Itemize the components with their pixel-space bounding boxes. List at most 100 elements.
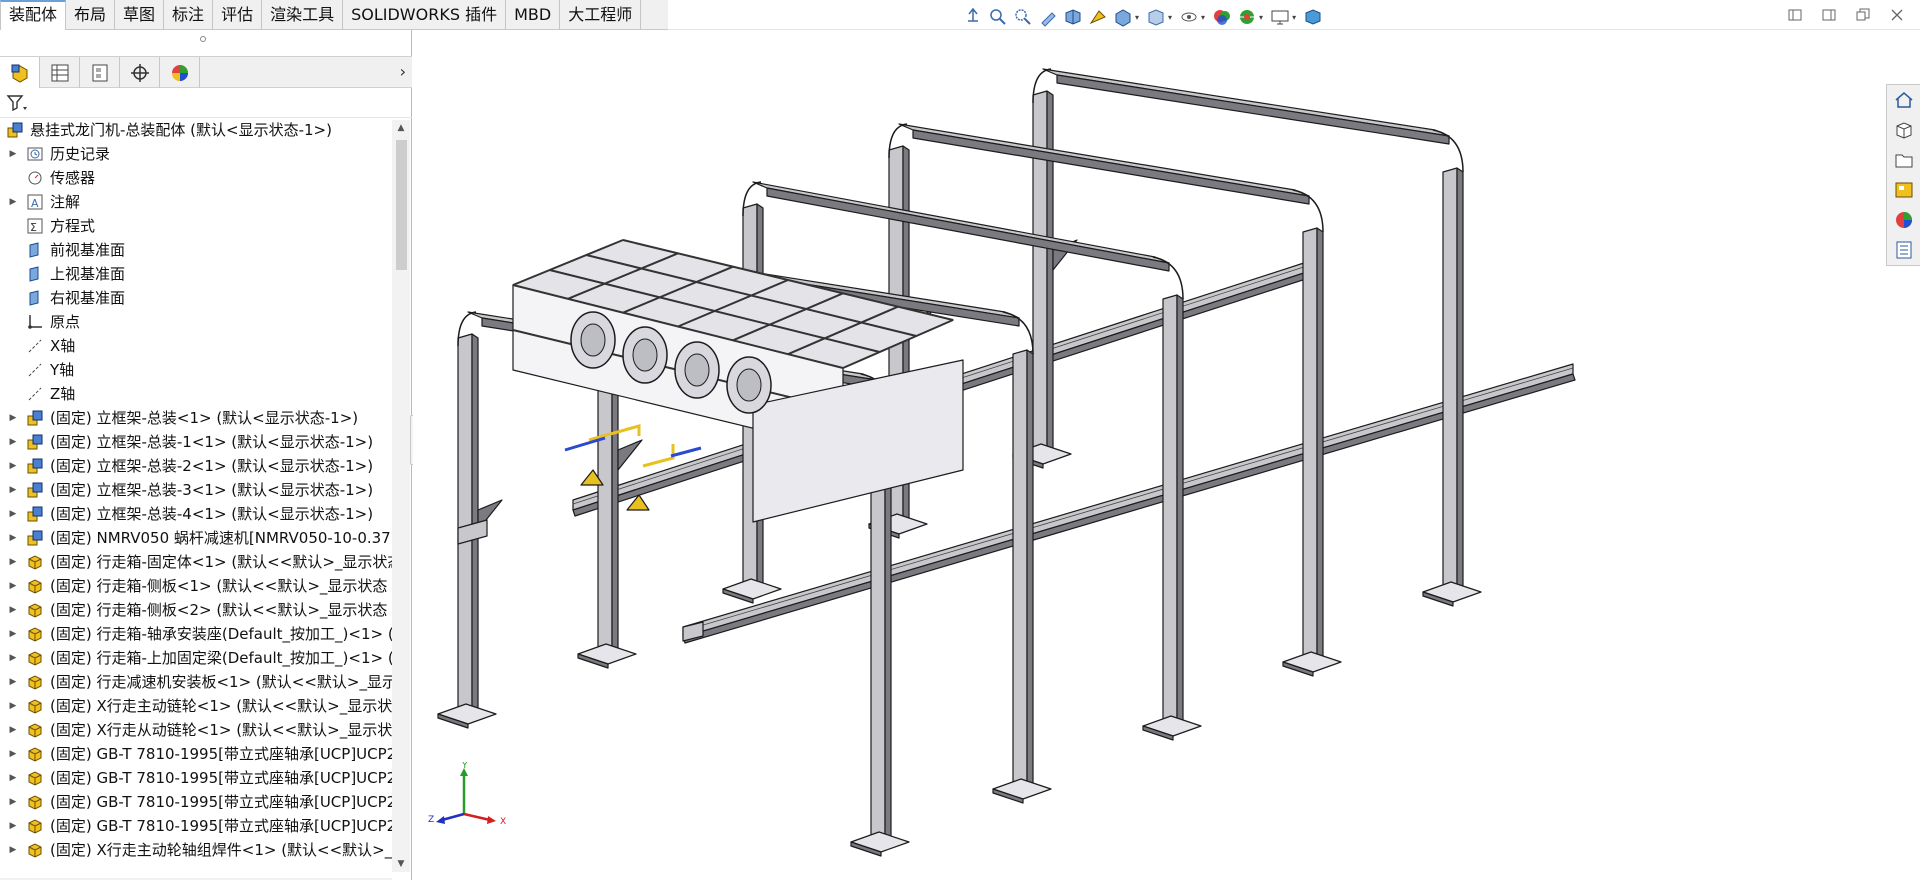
expand-arrow-icon[interactable]: ▶ <box>8 646 18 670</box>
expand-arrow-icon[interactable]: ▶ <box>8 718 18 742</box>
expand-arrow-icon[interactable]: ▶ <box>8 838 18 862</box>
panel-collapse-handle[interactable] <box>200 36 206 42</box>
tree-filter[interactable] <box>0 88 412 118</box>
expand-arrow-icon[interactable]: ▶ <box>8 550 18 574</box>
close-icon[interactable] <box>1888 6 1906 24</box>
hide-show-items-icon[interactable] <box>1178 6 1200 28</box>
tree-item[interactable]: Z轴 <box>0 382 392 406</box>
chevron-down-icon[interactable]: ▾ <box>1259 13 1263 22</box>
tree-item[interactable]: ▶ (固定) 立框架-总装<1> (默认<显示状态-1>) <box>0 406 392 430</box>
expand-arrow-icon[interactable]: ▶ <box>8 526 18 550</box>
expand-arrow-icon[interactable]: ▶ <box>8 190 18 214</box>
configurationmanager-tab[interactable] <box>80 57 120 88</box>
expand-arrow-icon[interactable]: ▶ <box>8 406 18 430</box>
filter-icon[interactable] <box>6 93 28 113</box>
tree-item[interactable]: 前视基准面 <box>0 238 392 262</box>
custom-properties-icon[interactable] <box>1887 235 1920 265</box>
expand-arrow-icon[interactable]: ▶ <box>8 478 18 502</box>
design-library-icon[interactable] <box>1887 115 1920 145</box>
tree-item[interactable]: X轴 <box>0 334 392 358</box>
dimxpertmanager-tab[interactable] <box>120 57 160 88</box>
tree-item[interactable]: ▶ (固定) 行走箱-侧板<1> (默认<<默认>_显示状态 1 <box>0 574 392 598</box>
graphics-area[interactable] <box>413 30 1920 880</box>
tree-item[interactable]: ▶ (固定) 行走箱-侧板<2> (默认<<默认>_显示状态 1 <box>0 598 392 622</box>
tree-item[interactable]: ▶ (固定) NMRV050 蜗杆减速机[NMRV050-10-0.37l <box>0 526 392 550</box>
tree-item[interactable]: 原点 <box>0 310 392 334</box>
tree-item[interactable]: ▶ (固定) GB-T 7810-1995[带立式座轴承[UCP]UCP2( <box>0 766 392 790</box>
tree-item[interactable]: ▶ (固定) GB-T 7810-1995[带立式座轴承[UCP]UCP2( <box>0 790 392 814</box>
expand-arrow-icon[interactable]: ▶ <box>8 694 18 718</box>
expand-arrow-icon[interactable]: ▶ <box>8 814 18 838</box>
expand-arrow-icon[interactable]: ▶ <box>8 142 18 166</box>
chevron-down-icon[interactable]: ▾ <box>1292 13 1296 22</box>
scroll-down-icon[interactable]: ▼ <box>392 856 410 872</box>
tree-item[interactable]: ▶ (固定) X行走主动轮轴组焊件<1> (默认<<默认>_显 <box>0 838 392 862</box>
file-explorer-icon[interactable] <box>1887 145 1920 175</box>
featuremanager-tab[interactable] <box>0 57 40 88</box>
propertymanager-tab[interactable] <box>40 57 80 88</box>
chevron-right-icon[interactable]: › <box>400 62 406 81</box>
zoom-to-fit-icon[interactable] <box>987 6 1009 28</box>
tree-item[interactable]: ▶ (固定) 行走箱-上加固定梁(Default_按加工_)<1> (默 <box>0 646 392 670</box>
tree-item[interactable]: ▶ (固定) 行走箱-轴承安装座(Default_按加工_)<1> (默 <box>0 622 392 646</box>
scroll-thumb[interactable] <box>396 140 407 270</box>
expand-arrow-icon[interactable]: ▶ <box>8 790 18 814</box>
expand-arrow-icon[interactable]: ▶ <box>8 430 18 454</box>
tab-5[interactable]: 渲染工具 <box>262 0 344 30</box>
tab-0[interactable]: 装配体 <box>0 0 67 30</box>
gantry-assembly-model[interactable] <box>413 30 1920 880</box>
tree-item[interactable]: ▶ (固定) GB-T 7810-1995[带立式座轴承[UCP]UCP2( <box>0 814 392 838</box>
tree-item[interactable]: ▶ (固定) GB-T 7810-1995[带立式座轴承[UCP]UCP2( <box>0 742 392 766</box>
tree-item[interactable]: ▶ (固定) 行走减速机安装板<1> (默认<<默认>_显示状 <box>0 670 392 694</box>
3d-view-icon[interactable] <box>1302 6 1324 28</box>
expand-arrow-icon[interactable]: ▶ <box>8 598 18 622</box>
tab-4[interactable]: 评估 <box>213 0 263 30</box>
tree-item[interactable]: ▶ (固定) 立框架-总装-3<1> (默认<显示状态-1>) <box>0 478 392 502</box>
tree-item[interactable]: ▶ (固定) X行走主动链轮<1> (默认<<默认>_显示状态 <box>0 694 392 718</box>
edit-appearance-icon[interactable] <box>1211 6 1233 28</box>
tree-item[interactable]: Y轴 <box>0 358 392 382</box>
home-icon[interactable] <box>1887 85 1920 115</box>
chevron-down-icon[interactable]: ▾ <box>1201 13 1205 22</box>
previous-view-icon[interactable] <box>1037 6 1059 28</box>
tree-item[interactable]: ▶ (固定) X行走从动链轮<1> (默认<<默认>_显示状态 <box>0 718 392 742</box>
tree-item[interactable]: Σ 方程式 <box>0 214 392 238</box>
apply-scene-icon[interactable] <box>1236 6 1258 28</box>
tree-item[interactable]: 传感器 <box>0 166 392 190</box>
tab-7[interactable]: MBD <box>506 0 561 30</box>
view-settings-icon[interactable] <box>1269 6 1291 28</box>
tab-8[interactable]: 大工程师 <box>560 0 642 30</box>
expand-arrow-icon[interactable]: ▶ <box>8 742 18 766</box>
view-palette-icon[interactable] <box>1887 175 1920 205</box>
tab-3[interactable]: 标注 <box>164 0 214 30</box>
expand-arrow-icon[interactable]: ▶ <box>8 574 18 598</box>
dynamic-annotation-icon[interactable] <box>1087 6 1109 28</box>
expand-arrow-icon[interactable]: ▶ <box>8 766 18 790</box>
tab-2[interactable]: 草图 <box>115 0 165 30</box>
tree-item[interactable]: ▶ A 注解 <box>0 190 392 214</box>
restore-icon[interactable] <box>1854 6 1872 24</box>
tab-1[interactable]: 布局 <box>66 0 116 30</box>
appearances-icon[interactable] <box>1887 205 1920 235</box>
displaymanager-tab[interactable] <box>160 57 200 88</box>
view-orientation-icon[interactable] <box>962 6 984 28</box>
tree-item[interactable]: ▶ (固定) 立框架-总装-1<1> (默认<显示状态-1>) <box>0 430 392 454</box>
tile-right-icon[interactable] <box>1820 6 1838 24</box>
scroll-up-icon[interactable]: ▲ <box>392 120 410 136</box>
view-orientation-dropdown-icon[interactable] <box>1112 6 1134 28</box>
zoom-to-area-icon[interactable] <box>1012 6 1034 28</box>
tree-item[interactable]: ▶ 历史记录 <box>0 142 392 166</box>
expand-arrow-icon[interactable]: ▶ <box>8 454 18 478</box>
tree-item[interactable]: 上视基准面 <box>0 262 392 286</box>
display-style-icon[interactable] <box>1145 6 1167 28</box>
expand-arrow-icon[interactable]: ▶ <box>8 670 18 694</box>
tree-item[interactable]: ▶ (固定) 立框架-总装-2<1> (默认<显示状态-1>) <box>0 454 392 478</box>
expand-arrow-icon[interactable]: ▶ <box>8 622 18 646</box>
chevron-down-icon[interactable]: ▾ <box>1168 13 1172 22</box>
expand-arrow-icon[interactable]: ▶ <box>8 502 18 526</box>
chevron-down-icon[interactable]: ▾ <box>1135 13 1139 22</box>
tree-item[interactable]: ▶ (固定) 行走箱-固定体<1> (默认<<默认>_显示状态 <box>0 550 392 574</box>
tree-root[interactable]: 悬挂式龙门机-总装配体 (默认<显示状态-1>) <box>0 118 392 142</box>
section-view-icon[interactable] <box>1062 6 1084 28</box>
tree-vertical-scrollbar[interactable]: ▲ ▼ <box>392 120 410 872</box>
